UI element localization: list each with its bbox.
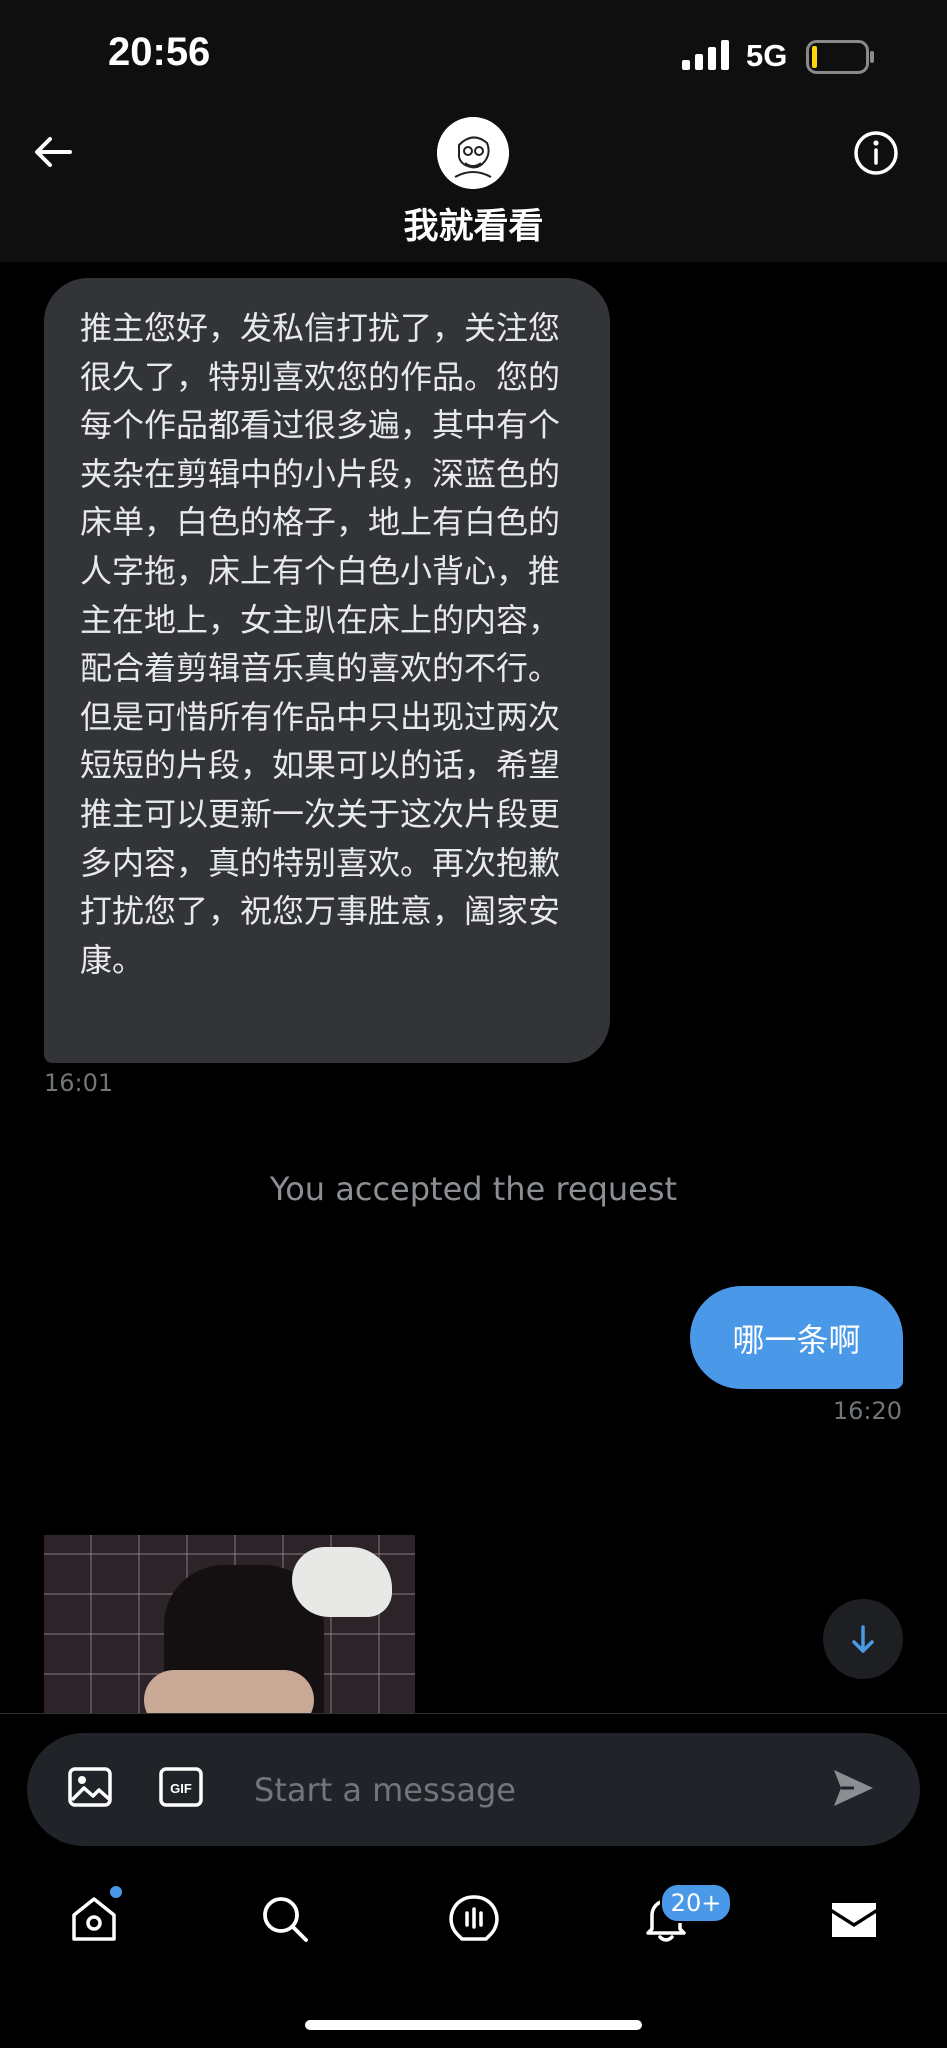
gif-icon[interactable]: GIF: [158, 1764, 204, 1810]
system-notice: You accepted the request: [269, 1170, 678, 1208]
search-icon[interactable]: [259, 1893, 311, 1945]
send-icon[interactable]: [830, 1765, 876, 1811]
message-timestamp: 16:01: [44, 1069, 114, 1097]
status-time: 20:56: [108, 30, 211, 74]
home-icon[interactable]: [68, 1893, 120, 1945]
message-input[interactable]: [254, 1757, 794, 1823]
message-timestamp: 16:20: [832, 1397, 902, 1425]
conversation-title[interactable]: 我就看看: [0, 198, 947, 249]
signal-strength-icon: [682, 40, 729, 70]
scroll-to-bottom-button[interactable]: [823, 1599, 903, 1679]
messages-mail-icon[interactable]: [828, 1893, 880, 1945]
divider: [0, 1713, 947, 1714]
battery-icon: [806, 40, 874, 74]
home-indicator: [305, 2020, 642, 2030]
info-icon[interactable]: [853, 130, 899, 176]
avatar-sketch-icon: [437, 117, 509, 189]
incoming-message-bubble[interactable]: 推主您好，发私信打扰了，关注您很久了，特别喜欢您的作品。您的每个作品都看过很多遍…: [44, 278, 610, 1063]
media-message-thumbnail[interactable]: [44, 1535, 415, 1713]
back-arrow-icon[interactable]: [30, 128, 78, 176]
spaces-icon[interactable]: [448, 1893, 500, 1945]
gif-icon-label: GIF: [170, 1781, 192, 1796]
arrow-down-icon: [852, 1625, 874, 1653]
notifications-badge: 20+: [660, 1883, 732, 1923]
avatar[interactable]: [437, 117, 509, 189]
network-type: 5G: [746, 38, 788, 73]
image-icon[interactable]: [67, 1764, 113, 1810]
home-notification-dot: [108, 1884, 124, 1900]
outgoing-message-bubble[interactable]: 哪一条啊: [690, 1286, 903, 1389]
